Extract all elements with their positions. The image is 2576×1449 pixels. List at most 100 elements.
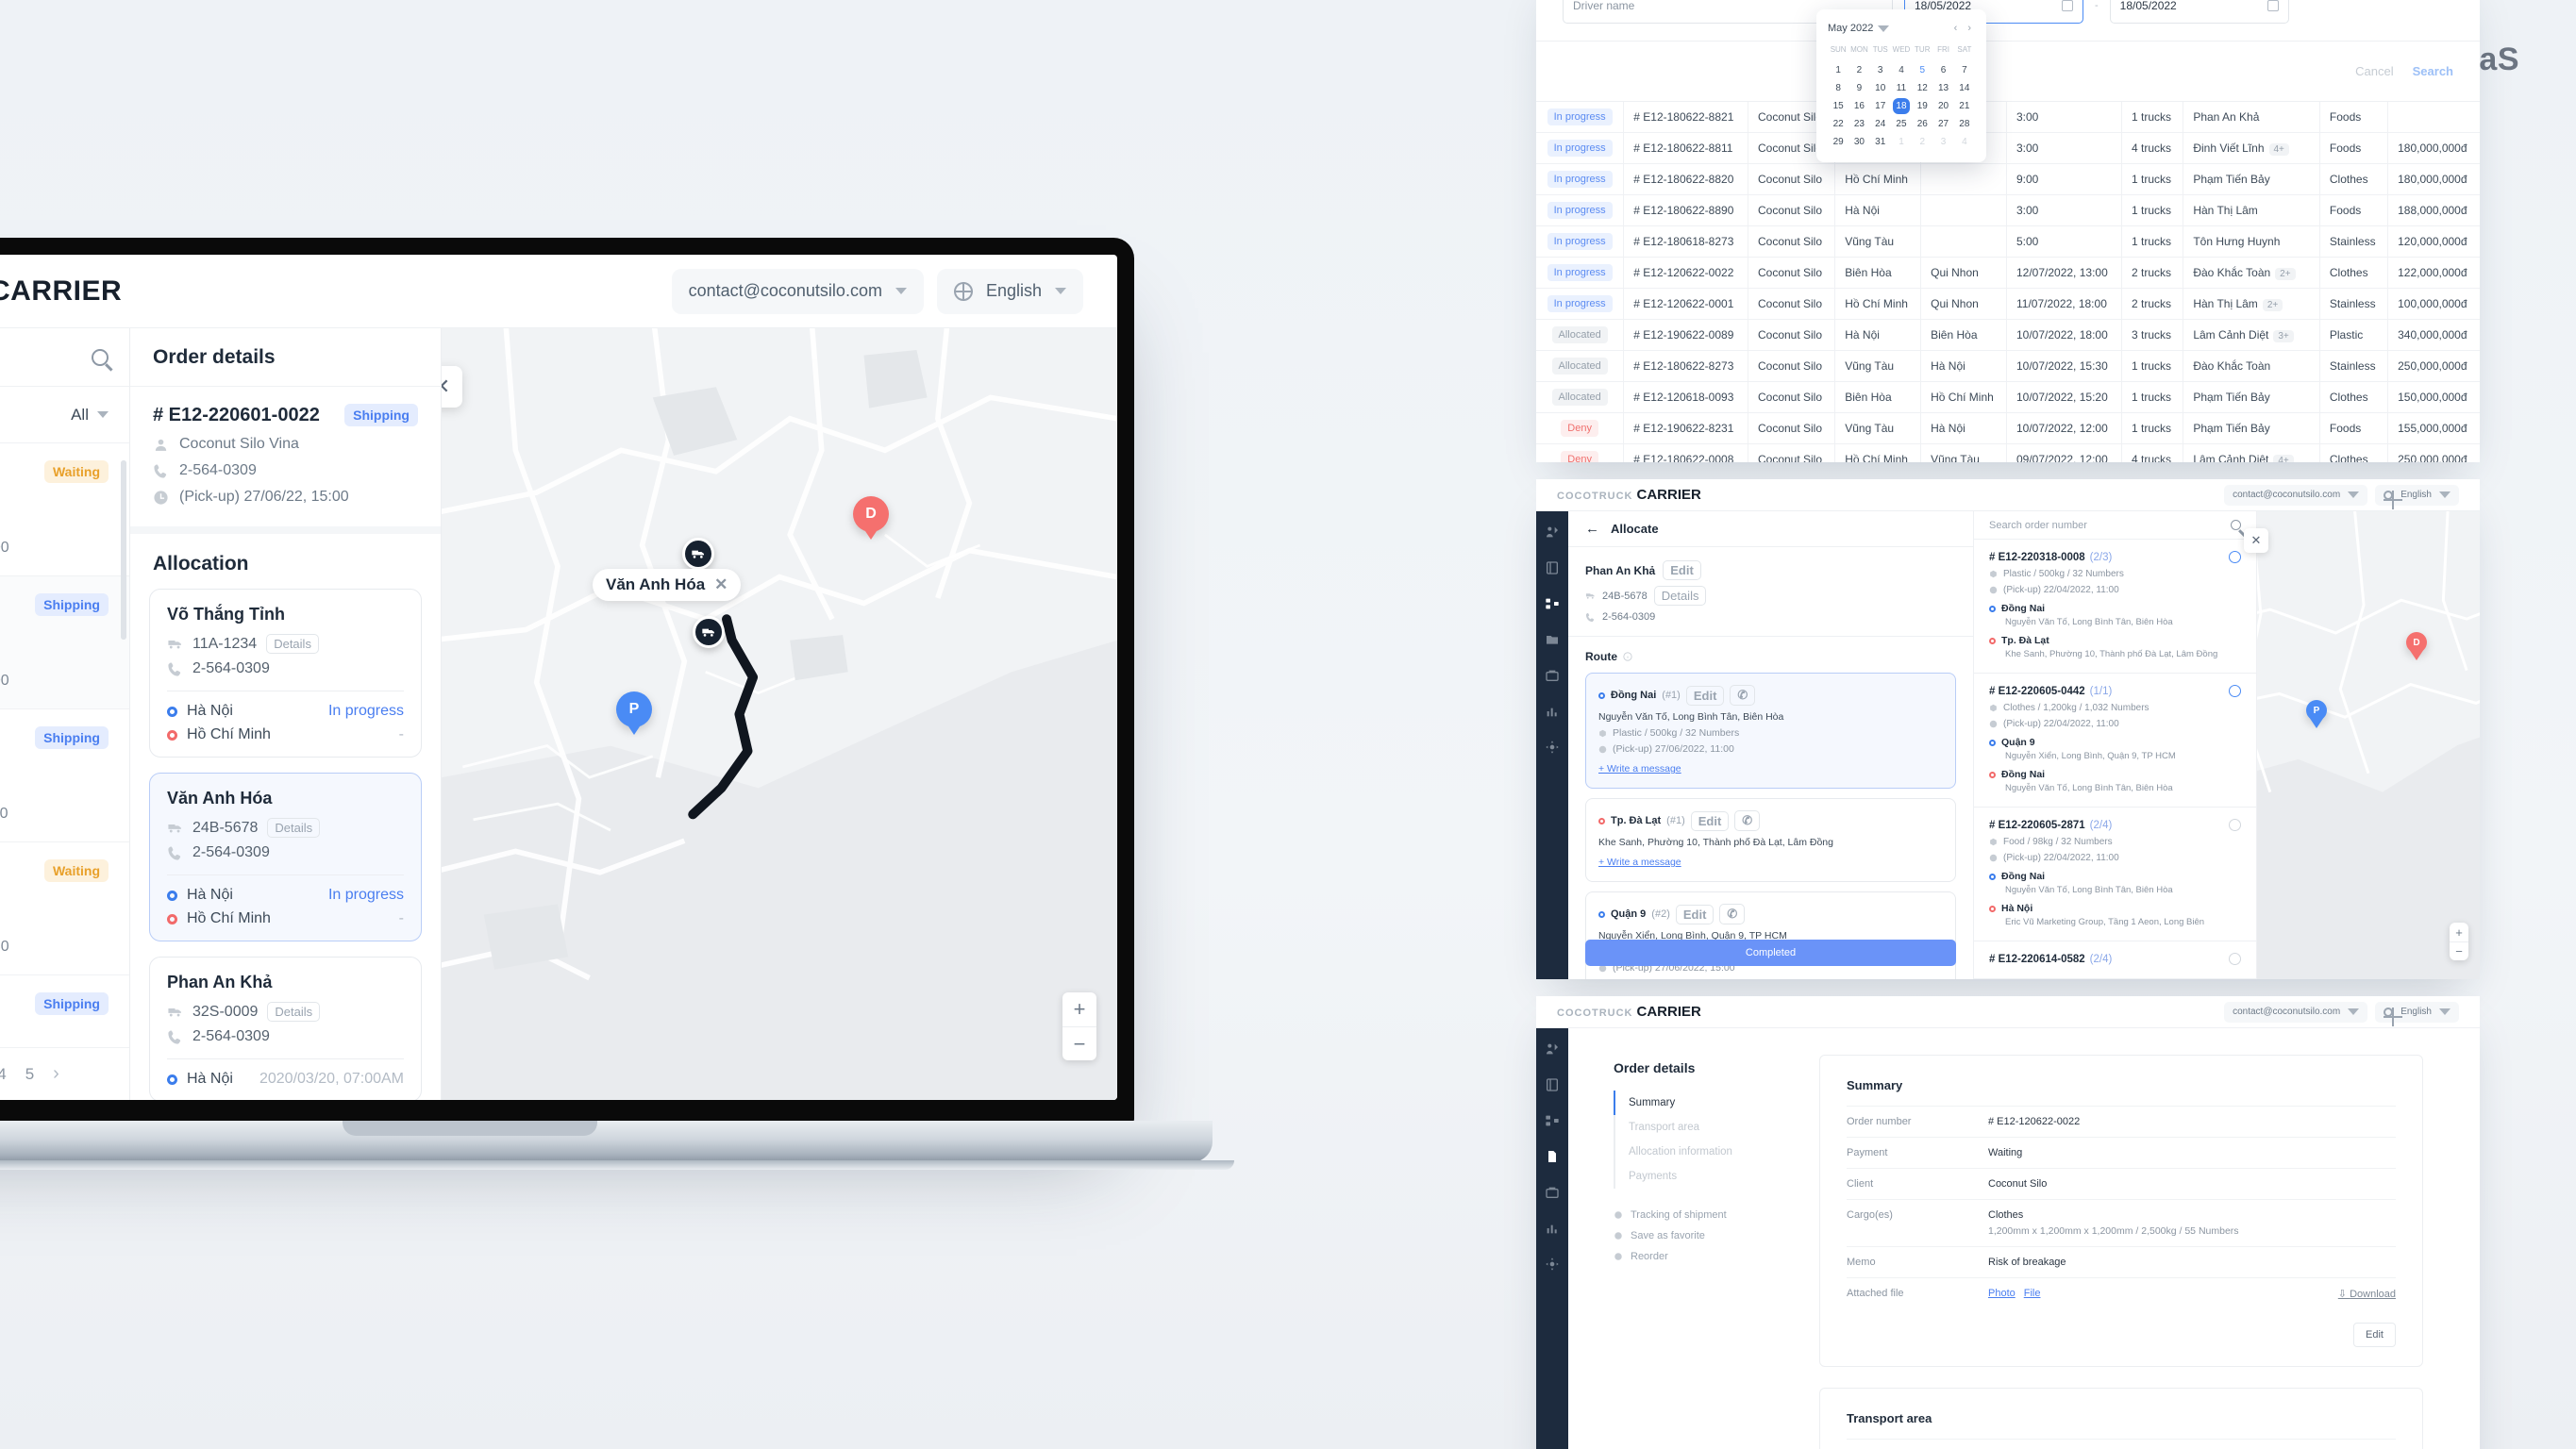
calendar-day[interactable]: 21: [1954, 101, 1975, 111]
table-row[interactable]: Allocated # E12-120618-0093 Coconut Silo Bi…: [1536, 381, 2480, 413]
date-to-field[interactable]: 18/05/2022: [2109, 0, 2289, 24]
search-icon[interactable]: [2231, 520, 2241, 530]
calendar-grid[interactable]: SUN MON TUS WED TUR FRI SAT 1 2 3 4 5 6 7 8 9 10 11 12 13 14…: [1828, 45, 1975, 147]
call-icon[interactable]: ✆: [1730, 685, 1756, 706]
calendar-day[interactable]: 22: [1828, 119, 1848, 129]
order-pagination[interactable]: ‹12345›: [0, 1047, 129, 1100]
zoom-in-button[interactable]: +: [2450, 923, 2468, 941]
calendar-day[interactable]: 24: [1870, 119, 1891, 129]
list-item[interactable]: # E12-220605-0442Shipping Coconut Silo Vi…: [0, 709, 129, 842]
calendar-day[interactable]: 13: [1932, 83, 1953, 93]
calendar-day[interactable]: 9: [1848, 83, 1869, 93]
table-row[interactable]: In progress # E12-180622-8890 Coconut Silo…: [1536, 194, 2480, 226]
table-row[interactable]: In progress # E12-120622-0001 Coconut Silo…: [1536, 288, 2480, 320]
calendar-nav[interactable]: ‹ ›: [1954, 23, 1975, 34]
account-dropdown[interactable]: contact@coconutsilo.com: [2224, 484, 2368, 506]
tab-transport-area[interactable]: Transport area: [1614, 1115, 1783, 1140]
briefcase-icon[interactable]: [1545, 1185, 1560, 1200]
file-link[interactable]: File: [2024, 1288, 2041, 1299]
table-row[interactable]: Allocated # E12-190622-0089 Coconut Silo Hà…: [1536, 319, 2480, 351]
calendar-day[interactable]: 1: [1891, 137, 1912, 147]
driver-card[interactable]: Phan An Khả 32S-0009 Details 2-564-0309 Hà N…: [149, 957, 422, 1100]
detail-tab-list[interactable]: Summary Transport area Allocation informat…: [1614, 1091, 1783, 1189]
close-icon[interactable]: ✕: [714, 575, 728, 594]
write-message-link[interactable]: + Write a message: [1598, 763, 1681, 774]
map-zoom-controls[interactable]: + −: [2450, 923, 2468, 960]
chart-icon[interactable]: [1545, 1221, 1560, 1236]
calendar-day[interactable]: 5: [1912, 65, 1932, 75]
download-button[interactable]: ⇩ Download: [2338, 1288, 2396, 1300]
dashboard-icon[interactable]: [1545, 1041, 1560, 1057]
gear-icon[interactable]: [1545, 740, 1560, 755]
tab-payments[interactable]: Payments: [1614, 1164, 1783, 1189]
map-icon[interactable]: [1545, 1077, 1560, 1092]
allocate-order-card[interactable]: # E12-220318-0008 (2/3) Plastic / 500kg / …: [1974, 540, 2256, 674]
zoom-out-button[interactable]: −: [1062, 1026, 1096, 1060]
scrollbar[interactable]: [121, 460, 126, 640]
pagination-page[interactable]: 4: [0, 1065, 7, 1084]
check-icon[interactable]: [2229, 685, 2241, 697]
edit-route-button[interactable]: Edit: [1675, 904, 1715, 924]
tab-allocation-information[interactable]: Allocation information: [1614, 1140, 1783, 1164]
calendar-day[interactable]: 27: [1932, 119, 1953, 129]
truck-marker-lower[interactable]: [693, 616, 725, 648]
calendar-day[interactable]: 2: [1912, 137, 1932, 147]
calendar-day[interactable]: 29: [1828, 137, 1848, 147]
search-button[interactable]: Search: [2413, 64, 2453, 78]
call-icon[interactable]: ✆: [1719, 904, 1746, 924]
chart-icon[interactable]: [1545, 704, 1560, 719]
table-row[interactable]: Allocated # E12-180622-8273 Coconut Silo Vũ…: [1536, 350, 2480, 382]
pickup-marker[interactable]: P: [616, 691, 652, 727]
table-row[interactable]: In progress # E12-180622-8821 Coconut Silo…: [1536, 102, 2480, 133]
calendar-popup[interactable]: May 2022 ‹ › SUN MON TUS WED TUR FRI SAT 1 2 3 4 5 6…: [1816, 9, 1986, 162]
write-message-link[interactable]: + Write a message: [1598, 857, 1681, 868]
driver-card[interactable]: Văn Anh Hóa 24B-5678 Details 2-564-0309 Hà N…: [149, 773, 422, 941]
table-row[interactable]: In progress # E12-120622-0022 Coconut Silo…: [1536, 257, 2480, 289]
call-icon[interactable]: ✆: [1734, 810, 1761, 831]
map-icon[interactable]: [1545, 560, 1560, 575]
table-row[interactable]: In progress # E12-180618-8273 Coconut Silo…: [1536, 225, 2480, 258]
calendar-day[interactable]: 11: [1891, 83, 1912, 93]
briefcase-icon[interactable]: [1545, 668, 1560, 683]
calendar-day[interactable]: 4: [1954, 137, 1975, 147]
calendar-day[interactable]: 3: [1870, 65, 1891, 75]
back-arrow-icon[interactable]: ←: [1585, 521, 1599, 537]
edit-driver-button[interactable]: Edit: [1663, 560, 1701, 580]
allocate-map[interactable]: ✕ D P + −: [2244, 511, 2480, 979]
account-dropdown[interactable]: contact@coconutsilo.com: [671, 268, 924, 314]
table-row[interactable]: Deny # E12-190622-8231 Coconut Silo Vũng Tà…: [1536, 412, 2480, 444]
driver-details-button[interactable]: Details: [1653, 586, 1707, 606]
calendar-day[interactable]: 17: [1870, 101, 1891, 111]
calendar-day[interactable]: 7: [1954, 65, 1975, 75]
gear-icon[interactable]: [1545, 1257, 1560, 1272]
map-view[interactable]: ✕ Văn Anh Hóa ✕: [442, 328, 1117, 1100]
calendar-day[interactable]: 15: [1828, 101, 1848, 111]
driver-card[interactable]: Võ Thắng Tỉnh 11A-1234 Details 2-564-0309 Hà…: [149, 589, 422, 758]
calendar-day[interactable]: 2: [1848, 65, 1869, 75]
allocate-search-row[interactable]: Search order number: [1974, 511, 2256, 540]
language-dropdown[interactable]: English: [2375, 1001, 2459, 1026]
table-row[interactable]: In progress # E12-180622-8820 Coconut Silo…: [1536, 163, 2480, 195]
search-icon[interactable]: [92, 348, 109, 366]
driver-details-button[interactable]: Details: [267, 818, 321, 838]
zoom-out-button[interactable]: −: [2450, 941, 2468, 960]
calendar-day[interactable]: 10: [1870, 83, 1891, 93]
calendar-day[interactable]: 30: [1848, 137, 1869, 147]
account-dropdown[interactable]: contact@coconutsilo.com: [2224, 1001, 2368, 1023]
calendar-day[interactable]: 1: [1828, 65, 1848, 75]
calendar-day[interactable]: 16: [1848, 101, 1869, 111]
allocation-icon[interactable]: [1545, 1113, 1560, 1128]
driver-details-button[interactable]: Details: [266, 634, 319, 654]
edit-route-button[interactable]: Edit: [1690, 810, 1730, 831]
check-icon[interactable]: [2229, 953, 2241, 965]
route-card-list[interactable]: Đồng Nai (#1) Edit ✆ Nguyễn Văn Tố, Long Bìn…: [1568, 673, 1973, 979]
calendar-day[interactable]: 25: [1891, 119, 1912, 129]
route-card[interactable]: Quận 9 (#2) Edit ✆ Nguyễn Xiển, Long Bình, Q…: [1585, 891, 1956, 979]
action-tracking-of-shipment[interactable]: Tracking of shipment: [1614, 1209, 1783, 1221]
calendar-day[interactable]: 28: [1954, 119, 1975, 129]
allocate-order-card[interactable]: # E12-220605-0442 (1/1) Clothes / 1,200kg …: [1974, 674, 2256, 808]
language-dropdown[interactable]: English: [2375, 484, 2459, 509]
calendar-day[interactable]: 3: [1932, 137, 1953, 147]
check-icon[interactable]: [2229, 819, 2241, 831]
map-label-chip[interactable]: Văn Anh Hóa ✕: [593, 569, 742, 601]
